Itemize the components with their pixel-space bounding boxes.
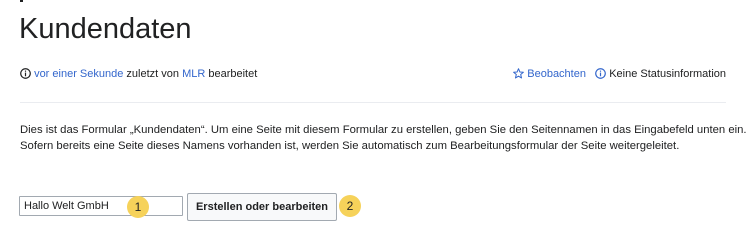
intro-line-1: Dies ist das Formular „Kundendaten“. Um …	[20, 124, 747, 136]
user-link[interactable]: MLR	[182, 68, 205, 80]
last-edit-time-link[interactable]: vor einer Sekunde	[34, 68, 123, 80]
page-meta-bar: vor einer Sekunde zuletzt von MLR bearbe…	[20, 66, 726, 82]
divider	[20, 102, 726, 103]
info-icon	[20, 68, 31, 79]
intro-line-2: Sofern bereits eine Seite dieses Namens …	[20, 140, 680, 152]
annotation-marker-2: 2	[339, 195, 361, 217]
star-icon[interactable]	[513, 68, 525, 79]
page-actions: Beobachten Keine Statusinformation	[513, 66, 726, 82]
create-or-edit-button[interactable]: Erstellen oder bearbeiten	[187, 193, 337, 221]
edited-suffix-text: bearbeitet	[208, 68, 258, 80]
last-edit-info: vor einer Sekunde zuletzt von MLR bearbe…	[20, 66, 257, 82]
page-title: Kundendaten	[19, 13, 192, 45]
watch-link[interactable]: Beobachten	[527, 68, 586, 80]
info-icon	[595, 68, 607, 79]
edited-by-text: zuletzt von	[126, 68, 179, 80]
form-intro-text: Dies ist das Formular „Kundendaten“. Um …	[20, 122, 747, 154]
status-info-text: Keine Statusinformation	[609, 68, 726, 80]
annotation-marker-1: 1	[127, 196, 149, 218]
top-edge-mark	[20, 0, 23, 2]
page-name-input[interactable]	[19, 196, 183, 216]
